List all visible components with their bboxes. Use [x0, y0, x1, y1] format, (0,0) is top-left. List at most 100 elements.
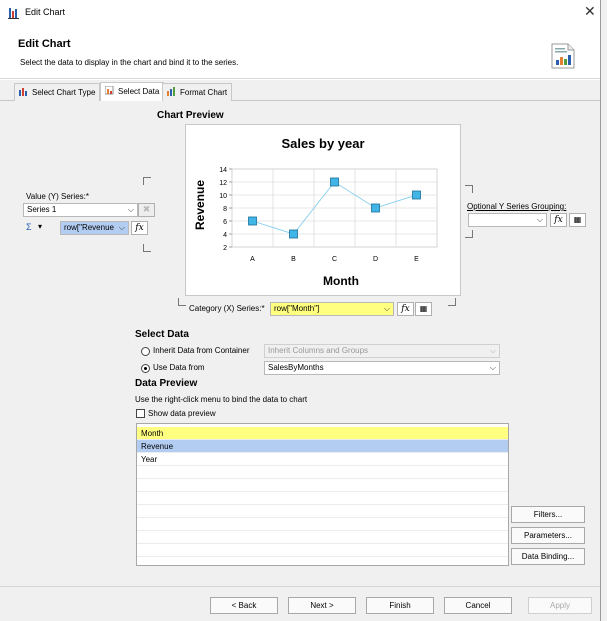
value-series-label: Value (Y) Series:* — [26, 192, 89, 201]
format-chart-icon — [167, 87, 175, 96]
apply-button[interactable]: Apply — [528, 597, 592, 614]
chart-canvas: Sales by year 2 4 6 8 10 12 14 A B C D E Month Rev… — [193, 136, 438, 288]
show-data-preview-checkbox[interactable] — [136, 409, 145, 418]
tab-label: Select Data — [118, 87, 160, 96]
category-bracket-right — [448, 298, 456, 306]
inherit-data-radio[interactable] — [141, 347, 150, 356]
aggregation-dropdown-icon[interactable]: ▾ — [38, 222, 42, 231]
chart-document-icon — [551, 43, 575, 69]
data-point-marker — [330, 177, 339, 187]
dataset-select[interactable]: SalesByMonths ⌵ — [264, 361, 500, 375]
tab-label: Select Chart Type — [32, 88, 96, 97]
category-table-icon[interactable]: ▦ — [415, 302, 432, 316]
window-edge — [600, 0, 607, 621]
close-icon[interactable]: ✕ — [584, 3, 596, 20]
grouping-bracket-bottom — [465, 230, 473, 238]
y-tick-label: 2 — [223, 245, 227, 252]
grouping-table-icon[interactable]: ▦ — [569, 213, 586, 227]
table-row-revenue[interactable]: Revenue — [137, 440, 508, 453]
table-row-empty — [137, 492, 508, 505]
show-data-preview-label: Show data preview — [148, 409, 216, 418]
value-fx-button[interactable]: fx — [131, 221, 148, 235]
y-tick-label: 10 — [219, 193, 227, 200]
x-tick-label: C — [332, 256, 337, 263]
grouping-bracket-top — [465, 185, 473, 193]
use-data-from-label: Use Data from — [153, 363, 205, 372]
tab-strip: Select Chart Type Select Data Format Cha… — [0, 80, 600, 102]
inherit-columns-text: Inherit Columns and Groups — [268, 346, 369, 355]
table-row-empty — [137, 544, 508, 557]
table-row-empty — [137, 531, 508, 544]
data-preview-hint: Use the right-click menu to bind the dat… — [135, 395, 308, 404]
y-tick-label: 12 — [219, 180, 227, 187]
data-point-marker — [248, 216, 257, 226]
x-axis-label: Month — [323, 274, 359, 288]
y-tick-label: 8 — [223, 206, 227, 213]
chevron-down-icon: ⌵ — [127, 205, 134, 214]
category-expression-text: row["Month"] — [274, 304, 320, 313]
table-row-month[interactable]: Month — [137, 427, 508, 440]
chevron-down-icon: ⌵ — [489, 346, 496, 355]
next-button[interactable]: Next > — [288, 597, 356, 614]
grouping-fx-button[interactable]: fx — [550, 213, 567, 227]
cancel-button[interactable]: Cancel — [444, 597, 512, 614]
header-title: Edit Chart — [18, 38, 71, 50]
delete-series-icon[interactable]: ✖ — [138, 203, 155, 217]
dataset-select-text: SalesByMonths — [268, 363, 324, 372]
x-tick-label: E — [414, 256, 419, 263]
optional-grouping-label: Optional Y Series Grouping: — [467, 202, 567, 211]
chevron-down-icon: ⌵ — [536, 215, 543, 224]
value-bracket-bottom — [143, 244, 151, 252]
tab-format-chart[interactable]: Format Chart — [162, 83, 233, 101]
y-axis-label: Revenue — [193, 180, 207, 230]
tab-select-chart-type[interactable]: Select Chart Type — [14, 83, 101, 101]
select-data-label: Select Data — [135, 329, 189, 340]
back-button[interactable]: < Back — [210, 597, 278, 614]
inherit-data-label: Inherit Data from Container — [153, 346, 250, 355]
chevron-down-icon: ⌵ — [118, 223, 125, 232]
value-series-expression[interactable]: row["Revenue ⌵ — [60, 221, 129, 235]
category-series-label: Category (X) Series:* — [189, 304, 265, 313]
y-tick-label: 14 — [219, 167, 227, 174]
chart-preview: Sales by year 2 4 6 8 10 12 14 A B C D E Month Rev… — [185, 124, 461, 296]
category-bracket-left — [178, 298, 186, 306]
header-subtitle: Select the data to display in the chart … — [20, 58, 239, 67]
use-data-from-radio[interactable] — [141, 364, 150, 373]
category-series-expression[interactable]: row["Month"] ⌵ — [270, 302, 394, 316]
data-point-marker — [371, 203, 380, 213]
row-text: Month — [141, 429, 164, 438]
table-row-empty — [137, 505, 508, 518]
data-preview-label: Data Preview — [135, 378, 198, 389]
value-series-select[interactable]: Series 1 ⌵ — [23, 203, 138, 217]
tab-select-data[interactable]: Select Data — [100, 82, 165, 102]
filters-button[interactable]: Filters... — [511, 506, 585, 523]
row-text: Revenue — [141, 442, 174, 451]
y-tick-label: 6 — [223, 219, 227, 226]
dialog-header: Edit Chart Select the data to display in… — [0, 26, 600, 79]
chart-preview-label: Chart Preview — [157, 110, 224, 121]
value-expression-text: row["Revenue — [64, 223, 114, 232]
chevron-down-icon: ⌵ — [383, 304, 390, 313]
data-binding-button[interactable]: Data Binding... — [511, 548, 585, 565]
sigma-aggregation-icon[interactable]: Σ — [26, 222, 32, 232]
data-preview-table[interactable]: Month Revenue Year — [136, 423, 509, 566]
title-bar: Edit Chart ✕ — [0, 0, 607, 26]
y-tick-label: 4 — [223, 232, 227, 239]
parameters-button[interactable]: Parameters... — [511, 527, 585, 544]
inherit-columns-select[interactable]: Inherit Columns and Groups ⌵ — [264, 344, 500, 358]
chart-app-icon — [8, 8, 19, 19]
value-series-select-text: Series 1 — [27, 205, 57, 214]
chart-title: Sales by year — [281, 136, 364, 151]
x-tick-label: A — [250, 256, 255, 263]
value-bracket-top — [143, 177, 151, 185]
finish-button[interactable]: Finish — [366, 597, 434, 614]
fx-icon: fx — [135, 223, 144, 233]
optional-grouping-select[interactable]: ⌵ — [468, 213, 547, 227]
category-fx-button[interactable]: fx — [397, 302, 414, 316]
fx-icon: fx — [401, 304, 410, 314]
x-tick-label: B — [291, 256, 296, 263]
x-tick-label: D — [373, 256, 378, 263]
table-row-year[interactable]: Year — [137, 453, 508, 466]
chart-type-icon — [19, 88, 27, 96]
fx-icon: fx — [554, 215, 563, 225]
